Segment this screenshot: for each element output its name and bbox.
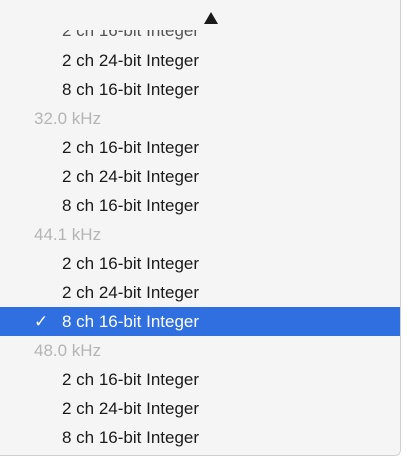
section-header: 44.1 kHz	[0, 220, 400, 249]
triangle-up-icon	[204, 12, 218, 24]
menu-item[interactable]: 8 ch 16-bit Integer	[0, 75, 400, 104]
menu-item-label: 2 ch 24-bit Integer	[62, 167, 200, 186]
menu-item-label: 8 ch 16-bit Integer	[62, 312, 200, 331]
menu-item-label: 2 ch 24-bit Integer	[62, 283, 200, 302]
format-dropdown-menu: 2 ch 16-bit Integer 2 ch 24-bit Integer …	[0, 0, 401, 456]
section-header-label: 48.0 kHz	[34, 341, 102, 360]
menu-item[interactable]: 2 ch 16-bit Integer	[0, 365, 400, 394]
menu-item[interactable]: 8 ch 16-bit Integer	[0, 423, 400, 452]
section-header: 48.0 kHz	[0, 336, 400, 365]
scroll-up-arrow[interactable]	[0, 0, 400, 30]
menu-item[interactable]: 2 ch 24-bit Integer	[0, 394, 400, 423]
menu-item[interactable]: 8 ch 16-bit Integer	[0, 191, 400, 220]
menu-item-label: 8 ch 16-bit Integer	[62, 428, 200, 447]
menu-item[interactable]: 2 ch 24-bit Integer	[0, 46, 400, 75]
menu-item[interactable]: 2 ch 16-bit Integer	[0, 133, 400, 162]
menu-item-label: 2 ch 16-bit Integer	[62, 138, 200, 157]
section-header-label: 32.0 kHz	[34, 109, 102, 128]
menu-item-label: 2 ch 16-bit Integer	[62, 254, 200, 273]
checkmark-icon: ✓	[34, 312, 49, 331]
menu-item[interactable]: 2 ch 24-bit Integer	[0, 162, 400, 191]
menu-item-label: 8 ch 16-bit Integer	[62, 80, 200, 99]
menu-item[interactable]: 2 ch 16-bit Integer	[0, 249, 400, 278]
section-header: 32.0 kHz	[0, 104, 400, 133]
menu-item-label: 2 ch 16-bit Integer	[62, 370, 200, 389]
menu-item-selected[interactable]: ✓ 8 ch 16-bit Integer	[0, 307, 400, 336]
menu-item-label: 2 ch 24-bit Integer	[62, 51, 200, 70]
section-header-label: 44.1 kHz	[34, 225, 102, 244]
menu-item[interactable]: 2 ch 24-bit Integer	[0, 278, 400, 307]
menu-item-label: 2 ch 24-bit Integer	[62, 399, 200, 418]
menu-item-label: 8 ch 16-bit Integer	[62, 196, 200, 215]
